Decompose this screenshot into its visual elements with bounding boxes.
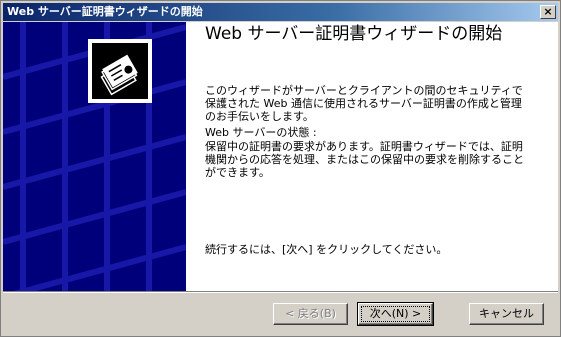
separator-light xyxy=(3,292,558,293)
wizard-window: Web サーバー証明書ウィザードの開始 × Web サーバー証明書ウィザードの開… xyxy=(0,0,561,337)
continue-text: 続行するには、[次へ] をクリックしてください。 xyxy=(205,243,448,256)
back-button[interactable]: < 戻る(B) xyxy=(273,303,348,325)
wizard-content: Web サーバー証明書ウィザードの開始 このウィザードがサーバーとクライアントの… xyxy=(3,22,558,291)
wizard-banner xyxy=(3,22,186,291)
next-button[interactable]: 次へ(N) > xyxy=(357,302,434,326)
status-text: 保留中の証明書の要求があります。証明書ウィザードでは、証明機関からの応答を処理、… xyxy=(205,140,524,179)
cancel-button[interactable]: キャンセル xyxy=(469,303,544,325)
title-bar: Web サーバー証明書ウィザードの開始 × xyxy=(3,3,558,21)
certificate-stack-icon xyxy=(88,39,152,103)
status-label: Web サーバーの状態 : xyxy=(205,126,317,139)
cancel-button-label: キャンセル xyxy=(479,307,534,320)
intro-text: このウィザードがサーバーとクライアントの間のセキュリティで保護された Web 通… xyxy=(205,84,523,123)
close-icon: × xyxy=(543,5,553,18)
wizard-heading: Web サーバー証明書ウィザードの開始 xyxy=(205,24,503,44)
close-button[interactable]: × xyxy=(540,5,556,19)
next-button-focus: 次へ(N) > xyxy=(361,306,430,322)
back-button-label: < 戻る(B) xyxy=(285,307,336,320)
window-title: Web サーバー証明書ウィザードの開始 xyxy=(7,5,203,18)
next-button-label: 次へ(N) > xyxy=(369,307,422,320)
